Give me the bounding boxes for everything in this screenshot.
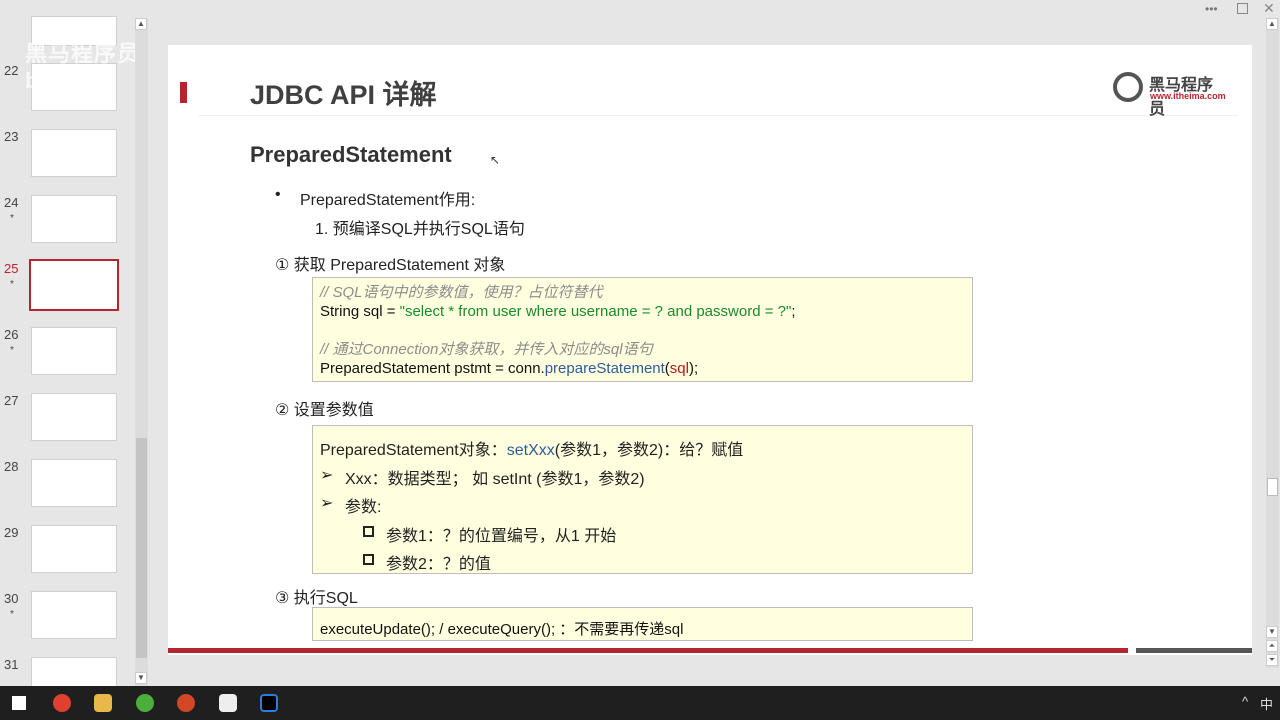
animation-star-icon: * (10, 345, 14, 356)
code-line: PreparedStatement pstmt = conn.prepareSt… (320, 360, 699, 377)
slide-thumbnail-23[interactable] (31, 129, 117, 177)
numbered-item: 1. 预编译SQL并执行SQL语句 (315, 221, 525, 238)
more-options-icon[interactable]: ••• (1205, 2, 1218, 16)
step-2-heading: ② 设置参数值 (275, 402, 374, 419)
code-block-1: // SQL语句中的参数值，使用？占位符替代 String sql = "sel… (312, 277, 973, 382)
next-slide-button[interactable]: ⏷ (1266, 654, 1278, 666)
slide-thumbnail-27[interactable] (31, 393, 117, 441)
param1-line: 参数1：？的位置编号，从1 开始 (386, 528, 617, 545)
prev-slide-button[interactable]: ⏶ (1266, 640, 1278, 652)
step-3-heading: ③ 执行SQL (275, 590, 358, 607)
scroll-down-button[interactable]: ▼ (1266, 626, 1278, 638)
help-app-icon[interactable] (219, 694, 237, 712)
itheima-logo: 黑马程序员 www.itheima.com (1113, 70, 1226, 118)
params-line: 参数: (345, 499, 382, 516)
slide-number: 28 (4, 459, 19, 474)
setxxx-line: PreparedStatement对象：setXxx(参数1，参数2)：给？赋值 (320, 442, 744, 459)
slide-title: JDBC API 详解 (250, 80, 437, 110)
restore-icon[interactable] (1237, 3, 1248, 14)
code-line: String sql = "select * from user where u… (320, 303, 796, 320)
footer-gray-bar (1136, 648, 1252, 653)
square-bullet-icon (363, 554, 374, 565)
slide-thumbnail-25[interactable] (29, 259, 119, 311)
scroll-thumb[interactable] (136, 438, 147, 658)
code-block-2: PreparedStatement对象：setXxx(参数1，参数2)：给？赋值… (312, 425, 973, 574)
windows-start-icon[interactable] (12, 696, 26, 710)
slide-number: 31 (4, 657, 19, 672)
horse-logo-icon (1113, 72, 1143, 102)
slide-number: 25 (4, 261, 19, 276)
footer-red-bar (168, 648, 1128, 653)
xxx-line: Xxx：数据类型； 如 setInt (参数1，参数2) (345, 471, 645, 488)
tray-expand-icon[interactable]: ^ (1242, 694, 1248, 709)
animation-star-icon: * (10, 279, 14, 290)
code-comment: // SQL语句中的参数值，使用？占位符替代 (320, 284, 603, 301)
arrow-bullet-icon: ➢ (320, 467, 334, 484)
slide-scrollbar[interactable]: ▲ ▼ ⏶ ⏷ (1266, 18, 1279, 668)
slide-number: 22 (4, 63, 19, 78)
step-1-heading: ① 获取 PreparedStatement 对象 (275, 257, 506, 274)
code-comment: // 通过Connection对象获取，并传入对应的sql语句 (320, 341, 653, 358)
slide-number: 26 (4, 327, 19, 342)
animation-star-icon: * (10, 213, 14, 224)
code-block-3: executeUpdate(); / executeQuery(); ：不需要再… (312, 607, 973, 641)
wechat-icon[interactable] (136, 694, 154, 712)
close-icon[interactable]: ✕ (1263, 0, 1275, 17)
header-divider (198, 115, 1238, 116)
logo-url: www.itheima.com (1150, 91, 1226, 101)
chrome-icon[interactable] (53, 694, 71, 712)
powerpoint-icon[interactable] (177, 694, 195, 712)
intellij-icon[interactable] (260, 694, 278, 712)
square-bullet-icon (363, 526, 374, 537)
arrow-bullet-icon: ➢ (320, 495, 334, 512)
slide-thumbnail-28[interactable] (31, 459, 117, 507)
slide-number: 29 (4, 525, 19, 540)
watermark: 黑马程序员 bilibili (25, 41, 141, 93)
slide-number: 23 (4, 129, 19, 144)
scroll-up-button[interactable]: ▲ (1266, 18, 1278, 30)
bullet-text: PreparedStatement作用: (300, 192, 476, 209)
title-accent-bar (180, 82, 187, 103)
slide-number: 30 (4, 591, 19, 606)
file-explorer-icon[interactable] (94, 694, 112, 712)
param2-line: 参数2：？的值 (386, 556, 491, 573)
slide-thumbnail-30[interactable] (31, 591, 117, 639)
bullet-dot: • (275, 186, 281, 203)
slide-number: 27 (4, 393, 19, 408)
slide-thumbnail-26[interactable] (31, 327, 117, 375)
taskbar: ^ 中 (0, 686, 1280, 720)
mouse-cursor-icon: ↖ (490, 153, 501, 167)
section-heading: PreparedStatement (250, 142, 452, 167)
slide-number: 24 (4, 195, 19, 210)
animation-star-icon: * (10, 609, 14, 620)
scroll-thumb[interactable] (1267, 478, 1278, 496)
scroll-down-button[interactable]: ▼ (135, 672, 147, 684)
slide-thumbnail-29[interactable] (31, 525, 117, 573)
ime-indicator[interactable]: 中 (1260, 694, 1273, 713)
slide-thumbnail-24[interactable] (31, 195, 117, 243)
scroll-up-button[interactable]: ▲ (135, 18, 147, 30)
slide-thumbnail-panel: 22 23 24 * 25 * 26 * 27 28 29 30 * 31 黑马程序员 bilibili (0, 0, 150, 705)
thumbnail-scrollbar[interactable]: ▲ ▼ (135, 18, 148, 686)
